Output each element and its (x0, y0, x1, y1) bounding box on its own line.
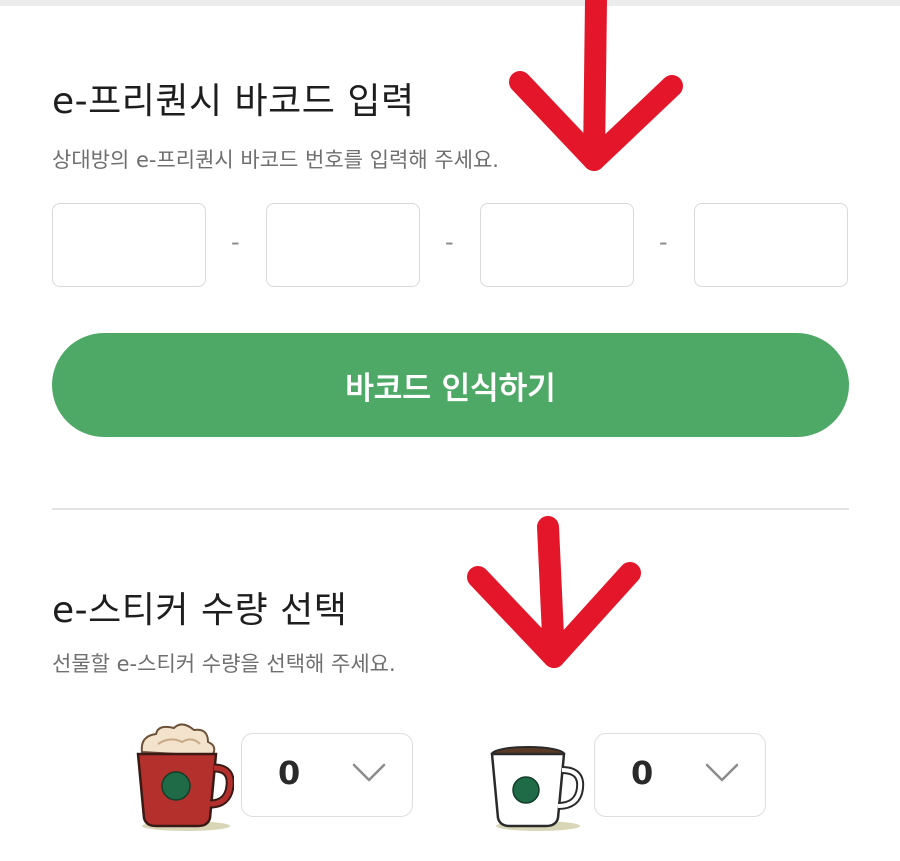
barcode-separator: - (445, 228, 454, 256)
barcode-section-description: 상대방의 e-프리퀀시 바코드 번호를 입력해 주세요. (52, 148, 499, 172)
section-divider (52, 508, 849, 510)
barcode-field-1[interactable] (52, 203, 206, 287)
chevron-down-icon (352, 763, 386, 782)
barcode-field-4[interactable] (694, 203, 848, 287)
barcode-field-3[interactable] (480, 203, 634, 287)
red-cup-icon (136, 723, 234, 831)
quantity-value: 0 (631, 754, 654, 792)
quantity-value: 0 (278, 754, 301, 792)
annotation-arrow-down-icon (467, 516, 641, 668)
sticker-section-title: e-스티커 수량 선택 (52, 590, 348, 631)
barcode-separator: - (659, 228, 668, 256)
sticker-quantity-select-1[interactable]: 0 (241, 733, 413, 817)
barcode-separator: - (231, 228, 240, 256)
white-cup-icon (490, 746, 585, 831)
sticker-section-description: 선물할 e-스티커 수량을 선택해 주세요. (52, 652, 396, 676)
barcode-section-title: e-프리퀀시 바코드 입력 (52, 81, 415, 122)
annotation-arrow-down-icon (509, 0, 683, 171)
barcode-field-2[interactable] (266, 203, 420, 287)
top-status-strip (0, 0, 900, 6)
scan-barcode-button[interactable]: 바코드 인식하기 (52, 333, 849, 437)
chevron-down-icon (705, 763, 739, 782)
sticker-quantity-select-2[interactable]: 0 (594, 733, 766, 817)
